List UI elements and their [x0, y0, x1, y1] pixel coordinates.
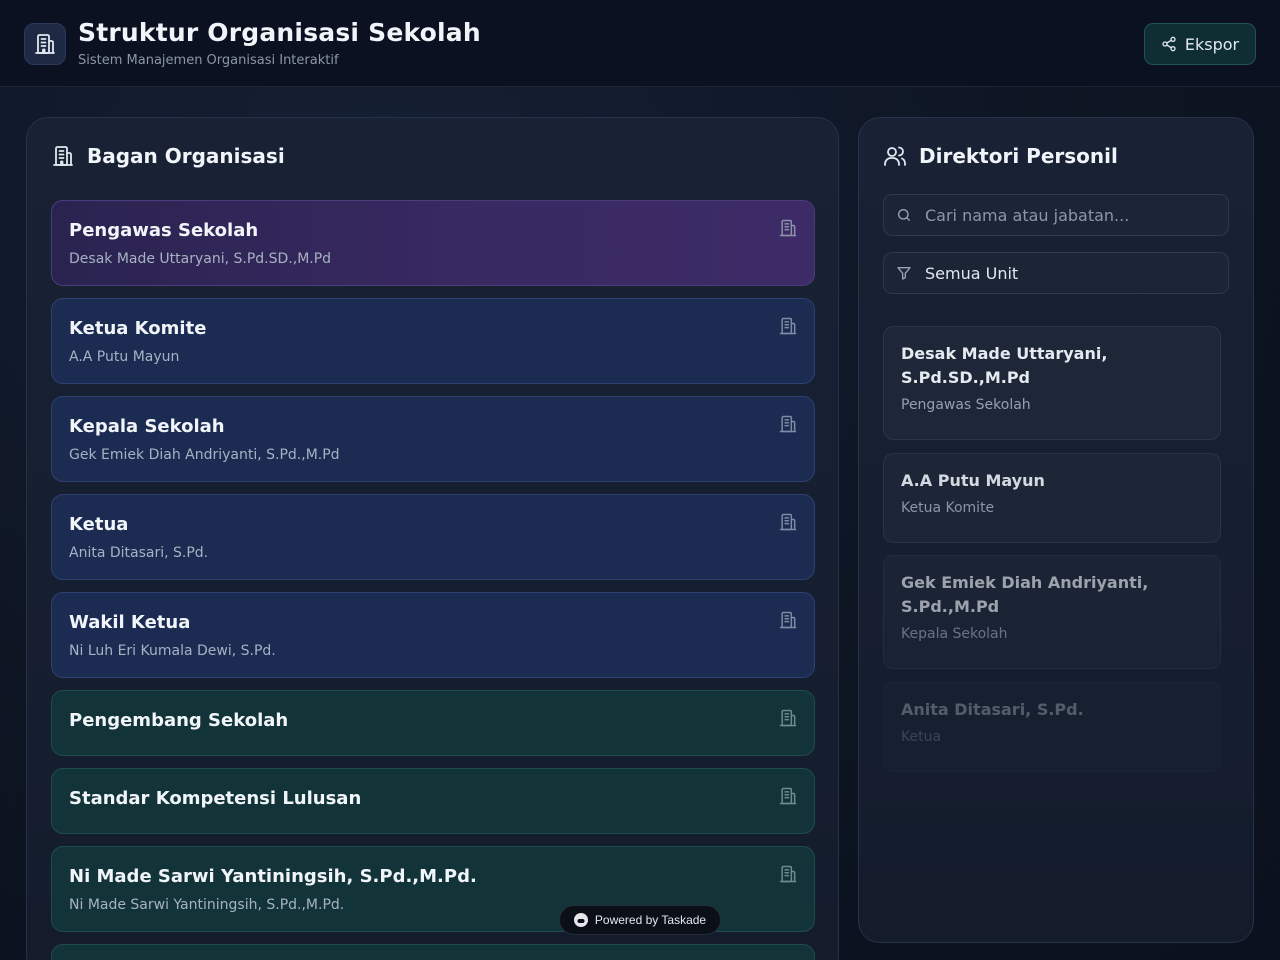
unit-filter-value: Semua Unit: [925, 263, 1019, 283]
org-card-title: Ketua Komite: [69, 318, 207, 339]
org-chart-title: Bagan Organisasi: [87, 144, 285, 168]
org-card-title: Standar Kompetensi Lulusan: [69, 788, 362, 809]
building-icon: [779, 611, 797, 629]
org-chart-panel: Bagan Organisasi Pengawas Sekolah Desak …: [26, 117, 839, 960]
building-icon: [779, 865, 797, 883]
powered-by-badge[interactable]: Powered by Taskade: [559, 905, 721, 935]
org-card-name: Desak Made Uttaryani, S.Pd.SD.,M.Pd: [69, 251, 332, 267]
person-name: Gek Emiek Diah Andriyanti, S.Pd.,M.Pd: [901, 573, 1149, 616]
building-icon: [779, 317, 797, 335]
person-name: A.A Putu Mayun: [901, 471, 1045, 490]
org-card-name: Ni Luh Eri Kumala Dewi, S.Pd.: [69, 643, 276, 659]
org-card[interactable]: Kepala Sekolah Gek Emiek Diah Andriyanti…: [51, 396, 815, 482]
directory-header: Direktori Personil: [883, 144, 1118, 168]
building-icon: [24, 23, 66, 65]
person-card[interactable]: A.A Putu Mayun Ketua Komite: [883, 453, 1221, 543]
org-card-title: Wakil Ketua: [69, 612, 191, 633]
org-card-name: A.A Putu Mayun: [69, 349, 180, 365]
org-chart-header: Bagan Organisasi: [51, 144, 285, 168]
building-icon: [779, 787, 797, 805]
search-field[interactable]: [883, 194, 1229, 236]
users-icon: [884, 146, 906, 166]
org-card-title: Pengawas Sekolah: [69, 220, 259, 241]
org-card[interactable]: Ketua Komite A.A Putu Mayun: [51, 298, 815, 384]
org-card[interactable]: Wakil Ketua Ni Luh Eri Kumala Dewi, S.Pd…: [51, 592, 815, 678]
person-name: Anita Ditasari, S.Pd.: [901, 700, 1084, 719]
person-card[interactable]: Gek Emiek Diah Andriyanti, S.Pd.,M.Pd Ke…: [883, 555, 1221, 669]
person-role: Ketua Komite: [901, 500, 995, 516]
org-card[interactable]: Pengawas Sekolah Desak Made Uttaryani, S…: [51, 200, 815, 286]
share-icon: [1162, 36, 1176, 52]
org-card[interactable]: Pengembang Sekolah: [51, 690, 815, 756]
unit-filter-select[interactable]: Semua Unit: [883, 252, 1229, 294]
page-subtitle: Sistem Manajemen Organisasi Interaktif: [78, 53, 339, 68]
export-label: Ekspor: [1184, 34, 1240, 54]
directory-panel: Direktori Personil Semua Unit Desak Made…: [858, 117, 1254, 943]
export-button[interactable]: Ekspor: [1144, 23, 1256, 65]
person-role: Ketua: [901, 729, 942, 745]
org-card-title: Kepala Sekolah: [69, 416, 225, 437]
building-icon: [779, 513, 797, 531]
person-name: Desak Made Uttaryani, S.Pd.SD.,M.Pd: [901, 344, 1108, 387]
directory-title: Direktori Personil: [919, 144, 1118, 168]
org-card-title: Pengembang Sekolah: [69, 710, 289, 731]
org-card-name: Gek Emiek Diah Andriyanti, S.Pd.,M.Pd: [69, 447, 340, 463]
building-icon: [779, 219, 797, 237]
search-icon: [898, 209, 910, 221]
org-card-name: Anita Ditasari, S.Pd.: [69, 545, 209, 561]
person-role: Pengawas Sekolah: [901, 397, 1031, 413]
person-card[interactable]: Anita Ditasari, S.Pd. Ketua: [883, 682, 1221, 772]
org-card[interactable]: Standar Kompetensi Lulusan: [51, 768, 815, 834]
app-header: Struktur Organisasi Sekolah Sistem Manaj…: [0, 0, 1280, 87]
taskade-logo-icon: [573, 913, 588, 927]
page-title: Struktur Organisasi Sekolah: [78, 18, 481, 47]
search-input[interactable]: [925, 205, 1205, 225]
org-card-name: Ni Made Sarwi Yantiningsih, S.Pd.,M.Pd.: [69, 897, 345, 913]
org-card[interactable]: Ketua Anita Ditasari, S.Pd.: [51, 494, 815, 580]
org-card[interactable]: [51, 944, 815, 960]
person-role: Kepala Sekolah: [901, 626, 1008, 642]
org-card-title: Ni Made Sarwi Yantiningsih, S.Pd.,M.Pd.: [69, 866, 477, 887]
building-icon: [53, 146, 73, 166]
building-icon: [779, 709, 797, 727]
powered-by-label: Powered by Taskade: [594, 913, 707, 927]
building-icon: [779, 415, 797, 433]
filter-icon: [897, 267, 911, 280]
person-card[interactable]: Desak Made Uttaryani, S.Pd.SD.,M.Pd Peng…: [883, 326, 1221, 440]
org-card-title: Ketua: [69, 514, 129, 535]
